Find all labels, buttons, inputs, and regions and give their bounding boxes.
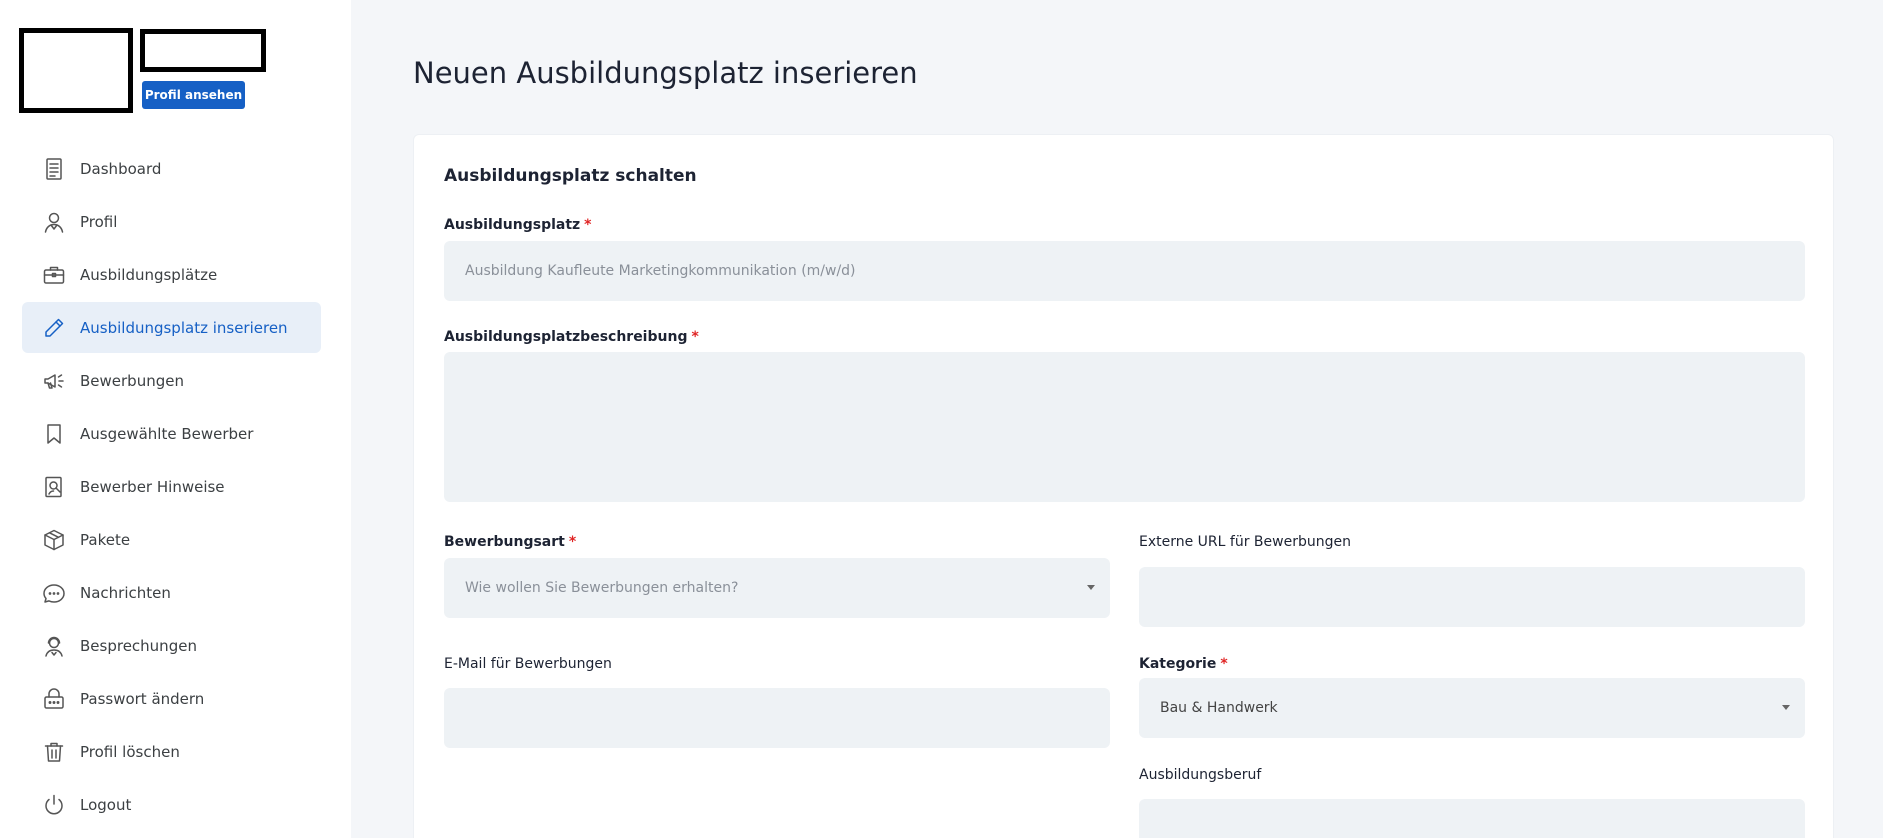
externe-url-input[interactable] bbox=[1139, 567, 1805, 627]
sidebar-item-label: Logout bbox=[80, 795, 132, 814]
package-icon bbox=[42, 528, 66, 552]
sidebar-item-logout[interactable]: Logout bbox=[22, 779, 321, 830]
ausbildungsplatz-label-text: Ausbildungsplatz bbox=[444, 217, 581, 233]
required-marker: * bbox=[691, 329, 699, 345]
chevron-down-icon bbox=[1087, 585, 1095, 590]
ausbildungsplatz-label: Ausbildungsplatz * bbox=[444, 217, 592, 233]
sidebar-item-label: Pakete bbox=[80, 530, 131, 549]
sidebar-item-ausbildungsplatz-inserieren[interactable]: Ausbildungsplatz inserieren bbox=[22, 302, 321, 353]
company-name-placeholder bbox=[140, 29, 266, 72]
page-title: Neuen Ausbildungsplatz inserieren bbox=[413, 56, 918, 90]
sidebar-item-label: Bewerber Hinweise bbox=[80, 477, 225, 496]
beschreibung-textarea[interactable] bbox=[444, 352, 1805, 502]
sidebar-item-label: Ausbildungsplatz inserieren bbox=[80, 318, 288, 337]
externe-url-label: Externe URL für Bewerbungen bbox=[1139, 534, 1351, 550]
sidebar-item-passwort-aendern[interactable]: Passwort ändern bbox=[22, 673, 321, 724]
sidebar-item-nachrichten[interactable]: Nachrichten bbox=[22, 567, 321, 618]
sidebar-item-dashboard[interactable]: Dashboard bbox=[22, 143, 321, 194]
card-title: Ausbildungsplatz schalten bbox=[444, 166, 697, 186]
ausbildungsplatz-input[interactable] bbox=[444, 241, 1805, 301]
kategorie-label-text: Kategorie bbox=[1139, 656, 1217, 672]
sidebar-item-profil[interactable]: Profil bbox=[22, 196, 321, 247]
support-agent-icon bbox=[42, 634, 66, 658]
main-content: Neuen Ausbildungsplatz inserieren Ausbil… bbox=[351, 0, 1883, 838]
required-marker: * bbox=[1220, 656, 1228, 672]
beschreibung-label-text: Ausbildungsplatzbeschreibung bbox=[444, 329, 688, 345]
sidebar-item-besprechungen[interactable]: Besprechungen bbox=[22, 620, 321, 671]
sidebar-item-label: Passwort ändern bbox=[80, 689, 205, 708]
user-icon bbox=[42, 210, 66, 234]
bewerbungsart-label: Bewerbungsart * bbox=[444, 534, 576, 550]
kategorie-label: Kategorie * bbox=[1139, 656, 1228, 672]
view-profile-button[interactable]: Profil ansehen bbox=[142, 81, 245, 109]
sidebar-item-label: Profil löschen bbox=[80, 742, 180, 761]
sidebar-item-bewerbungen[interactable]: Bewerbungen bbox=[22, 355, 321, 406]
sidebar-item-ausgewaehlte-bewerber[interactable]: Ausgewählte Bewerber bbox=[22, 408, 321, 459]
power-icon bbox=[42, 793, 66, 817]
sidebar-item-ausbildungsplaetze[interactable]: Ausbildungsplätze bbox=[22, 249, 321, 300]
sidebar-item-bewerber-hinweise[interactable]: Bewerber Hinweise bbox=[22, 461, 321, 512]
ausbildungsberuf-label: Ausbildungsberuf bbox=[1139, 767, 1262, 783]
bewerbungsart-select[interactable]: Wie wollen Sie Bewerbungen erhalten? bbox=[444, 558, 1110, 618]
required-marker: * bbox=[584, 217, 592, 233]
company-logo-placeholder bbox=[19, 28, 133, 113]
bookmark-icon bbox=[42, 422, 66, 446]
document-icon bbox=[42, 157, 66, 181]
search-user-icon bbox=[42, 475, 66, 499]
sidebar-item-label: Profil bbox=[80, 212, 118, 231]
lock-icon bbox=[42, 687, 66, 711]
pencil-icon bbox=[42, 316, 66, 340]
sidebar-item-pakete[interactable]: Pakete bbox=[22, 514, 321, 565]
chat-icon bbox=[42, 581, 66, 605]
ausbildungsberuf-select[interactable] bbox=[1139, 799, 1805, 838]
sidebar-item-label: Ausbildungsplätze bbox=[80, 265, 218, 284]
email-label: E-Mail für Bewerbungen bbox=[444, 656, 612, 672]
email-input[interactable] bbox=[444, 688, 1110, 748]
sidebar-item-label: Ausgewählte Bewerber bbox=[80, 424, 254, 443]
sidebar-item-profil-loeschen[interactable]: Profil löschen bbox=[22, 726, 321, 777]
briefcase-icon bbox=[42, 263, 66, 287]
chevron-down-icon bbox=[1782, 705, 1790, 710]
sidebar-item-label: Besprechungen bbox=[80, 636, 197, 655]
sidebar-nav: Dashboard Profil Ausbildungsplätze Ausbi… bbox=[22, 143, 321, 832]
sidebar-item-label: Bewerbungen bbox=[80, 371, 184, 390]
beschreibung-label: Ausbildungsplatzbeschreibung * bbox=[444, 329, 699, 345]
megaphone-icon bbox=[42, 369, 66, 393]
bewerbungsart-label-text: Bewerbungsart bbox=[444, 534, 565, 550]
required-marker: * bbox=[568, 534, 577, 550]
job-form-card: Ausbildungsplatz schalten Ausbildungspla… bbox=[413, 134, 1834, 838]
sidebar-item-label: Nachrichten bbox=[80, 583, 171, 602]
kategorie-value: Bau & Handwerk bbox=[1160, 700, 1278, 716]
sidebar-item-label: Dashboard bbox=[80, 159, 162, 178]
trash-icon bbox=[42, 740, 66, 764]
kategorie-select[interactable]: Bau & Handwerk bbox=[1139, 678, 1805, 738]
bewerbungsart-placeholder: Wie wollen Sie Bewerbungen erhalten? bbox=[465, 580, 739, 596]
sidebar: Profil ansehen Dashboard Profil Ausbildu… bbox=[0, 0, 351, 838]
